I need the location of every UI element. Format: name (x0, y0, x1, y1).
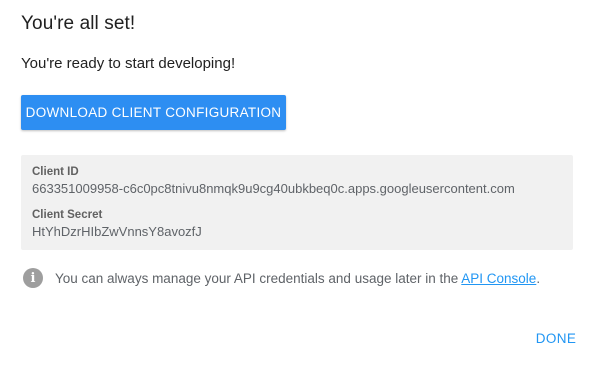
download-client-configuration-button[interactable]: DOWNLOAD CLIENT CONFIGURATION (21, 95, 286, 130)
info-message: You can always manage your API credentia… (55, 270, 462, 286)
setup-complete-dialog: You're all set! You're ready to start de… (0, 0, 593, 372)
done-button[interactable]: DONE (528, 327, 584, 349)
info-message-end: . (536, 270, 541, 286)
api-console-link[interactable]: API Console (461, 271, 536, 286)
info-text: You can always manage your API credentia… (55, 271, 540, 286)
credentials-panel: Client ID 663351009958-c6c0pc8tnivu8nmqk… (21, 155, 573, 250)
client-id-label: Client ID (32, 166, 79, 178)
dialog-title: You're all set! (21, 13, 136, 34)
client-secret-label: Client Secret (32, 209, 103, 221)
info-icon: i (23, 268, 43, 288)
info-notice: i You can always manage your API credent… (23, 268, 540, 288)
dialog-subtitle: You're ready to start developing! (21, 55, 236, 72)
client-secret-value[interactable]: HtYhDzrHIbZwVnnsY8avozfJ (32, 224, 202, 239)
client-id-value[interactable]: 663351009958-c6c0pc8tnivu8nmqk9u9cg40ubk… (32, 181, 515, 196)
